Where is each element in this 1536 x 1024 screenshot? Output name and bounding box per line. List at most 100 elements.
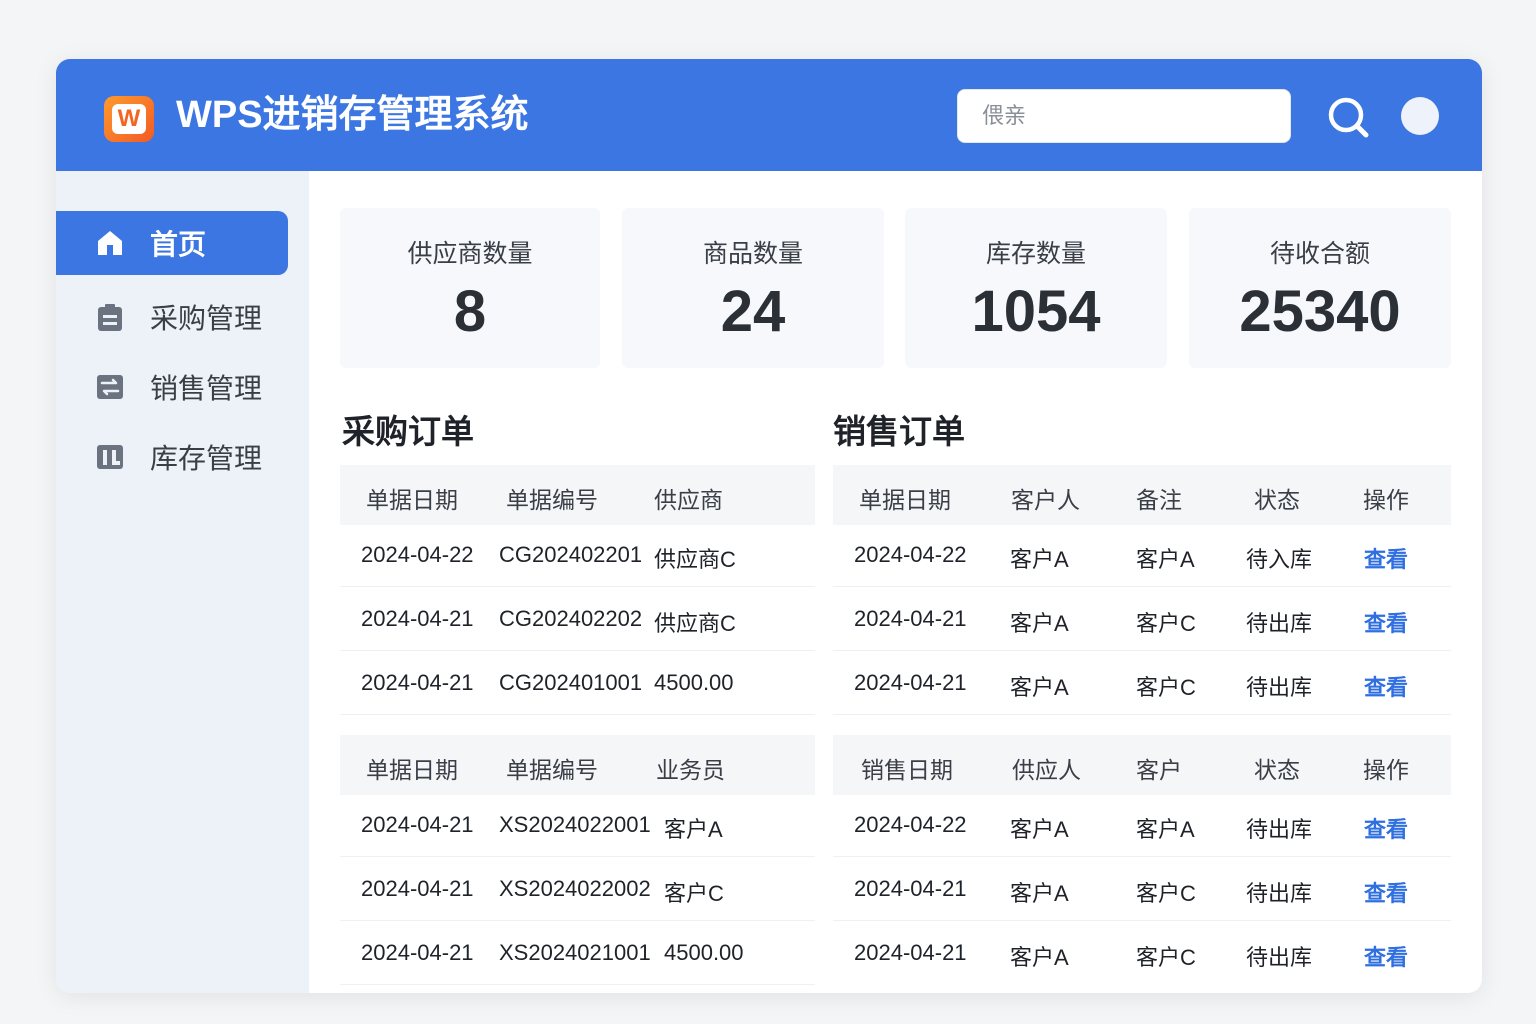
sidebar-item-label: 库存管理 <box>150 443 263 474</box>
stat-card-suppliers: 供应商数量 8 <box>340 208 600 368</box>
cell-number: CG202402201 <box>499 542 643 567</box>
stat-label: 库存数量 <box>985 240 1086 268</box>
table-header: 单据日期 单据编号 供应商 <box>340 465 815 525</box>
table-row: 2024-04-22 客户A 客户A 待出库 查看 <box>833 795 1451 857</box>
table-row[interactable]: 2024-04-21 XS2024022002 客户C <box>340 859 815 921</box>
sales-table-2: 销售日期 供应人 客户 状态 操作 2024-04-22 客户A 客户A 待出库… <box>833 735 1451 993</box>
view-link[interactable]: 查看 <box>1364 940 1408 972</box>
table-row[interactable]: 2024-04-21 XS2024021001 4500.00 <box>340 923 815 985</box>
user-avatar[interactable] <box>1401 97 1439 135</box>
cell-number: CG202401001 <box>499 670 643 695</box>
table-row[interactable]: 2024-04-21 XS2024022001 客户A <box>340 795 815 857</box>
cell-status: 待出库 <box>1246 945 1313 970</box>
table-row: 2024-04-21 客户A 客户C 待出库 查看 <box>833 653 1451 715</box>
column-header: 操作 <box>1363 757 1409 783</box>
cell-supplier: 供应商C <box>654 611 736 636</box>
sales-table-1: 单据日期 客户人 备注 状态 操作 2024-04-22 客户A 客户A 待入库… <box>833 465 1451 715</box>
cell-contact: 客户A <box>1010 817 1069 842</box>
table-row: 2024-04-22 客户A 客户A 待入库 查看 <box>833 525 1451 587</box>
transfer-icon <box>97 375 123 399</box>
stat-label: 供应商数量 <box>407 240 533 268</box>
table-header: 单据日期 客户人 备注 状态 操作 <box>833 465 1451 525</box>
view-link[interactable]: 查看 <box>1364 670 1408 702</box>
column-header: 单据日期 <box>366 487 458 513</box>
table-row[interactable]: 2024-04-22 CG202402201 供应商C <box>340 525 815 587</box>
table-row: 2024-04-21 客户A 客户C 待出库 查看 <box>833 589 1451 651</box>
column-header: 单据编号 <box>506 757 598 783</box>
cell-date: 2024-04-21 <box>361 940 474 965</box>
view-link[interactable]: 查看 <box>1364 542 1408 574</box>
column-header: 单据日期 <box>859 487 951 513</box>
sidebar-item-inventory[interactable]: 库存管理 <box>56 425 288 489</box>
stat-value: 25340 <box>1239 279 1401 344</box>
sidebar-item-label: 销售管理 <box>150 373 263 404</box>
cell-customer: 客户C <box>1136 675 1196 700</box>
search-input[interactable] <box>957 89 1291 143</box>
cell-customer: 客户C <box>1136 611 1196 636</box>
cell-date: 2024-04-21 <box>854 876 967 901</box>
sidebar-item-home[interactable]: 首页 <box>56 211 288 275</box>
column-header: 单据编号 <box>506 487 598 513</box>
purchase-table-2: 单据日期 单据编号 业务员 2024-04-21 XS2024022001 客户… <box>340 735 815 993</box>
cell-date: 2024-04-21 <box>361 812 474 837</box>
cell-date: 2024-04-22 <box>361 542 474 567</box>
cell-contact: 客户A <box>1010 881 1069 906</box>
cell-date: 2024-04-22 <box>854 812 967 837</box>
cell-contact: 客户A <box>1010 547 1069 572</box>
cell-customer: 客户C <box>664 881 724 906</box>
cell-date: 2024-04-21 <box>361 606 474 631</box>
top-header: W WPS进销存管理系统 <box>56 59 1482 171</box>
cell-date: 2024-04-21 <box>854 940 967 965</box>
sales-orders-title: 销售订单 <box>833 413 965 450</box>
cell-number: CG202402202 <box>499 606 643 631</box>
sidebar-item-sales[interactable]: 销售管理 <box>56 355 288 419</box>
cell-customer: 客户C <box>1136 945 1196 970</box>
view-link[interactable]: 查看 <box>1364 606 1408 638</box>
column-header: 状态 <box>1254 487 1300 513</box>
column-header: 供应人 <box>1012 757 1081 783</box>
column-header: 供应商 <box>654 487 723 513</box>
cell-customer: 客户A <box>1136 547 1195 572</box>
cell-date: 2024-04-21 <box>361 876 474 901</box>
stat-value: 1054 <box>971 279 1101 344</box>
table-row[interactable]: 2024-04-21 CG202402202 供应商C <box>340 589 815 651</box>
view-link[interactable]: 查看 <box>1364 876 1408 908</box>
sidebar-item-label: 采购管理 <box>150 303 263 334</box>
column-header: 业务员 <box>656 757 725 783</box>
cell-status: 待出库 <box>1246 881 1313 906</box>
cell-contact: 客户A <box>1010 675 1069 700</box>
cell-status: 待出库 <box>1246 675 1313 700</box>
purchase-orders-title: 采购订单 <box>342 413 474 450</box>
sidebar-item-purchase[interactable]: 采购管理 <box>56 285 288 349</box>
cell-date: 2024-04-21 <box>854 670 967 695</box>
view-link[interactable]: 查看 <box>1364 812 1408 844</box>
cell-number: XS2024022001 <box>499 812 651 837</box>
table-header: 销售日期 供应人 客户 状态 操作 <box>833 735 1451 795</box>
stat-card-receivable: 待收合额 25340 <box>1189 208 1451 368</box>
stat-value: 24 <box>720 279 786 344</box>
cell-date: 2024-04-21 <box>361 670 474 695</box>
stat-card-products: 商品数量 24 <box>622 208 884 368</box>
home-icon <box>98 231 122 255</box>
table-header: 单据日期 单据编号 业务员 <box>340 735 815 795</box>
stat-value: 8 <box>453 279 487 344</box>
column-header: 状态 <box>1254 757 1300 783</box>
cell-contact: 客户A <box>1010 611 1069 636</box>
stat-card-stock: 库存数量 1054 <box>905 208 1167 368</box>
purchase-table-1: 单据日期 单据编号 供应商 2024-04-22 CG202402201 供应商… <box>340 465 815 715</box>
column-header: 客户人 <box>1011 487 1080 513</box>
sidebar-item-label: 首页 <box>150 229 207 260</box>
cell-number: XS2024022002 <box>499 876 651 901</box>
column-header: 单据日期 <box>366 757 458 783</box>
sidebar: 首页 采购管理 销售管理 库存管理 <box>56 171 309 993</box>
table-row[interactable]: 2024-04-21 CG202401001 4500.00 <box>340 653 815 715</box>
cell-amount: 4500.00 <box>654 670 734 695</box>
cell-customer: 客户A <box>664 817 723 842</box>
column-header: 客户 <box>1136 757 1182 783</box>
search-icon[interactable] <box>1326 95 1370 139</box>
inventory-icon <box>97 445 123 469</box>
column-header: 备注 <box>1136 487 1182 513</box>
clipboard-icon <box>98 304 122 331</box>
table-row: 2024-04-21 客户A 客户C 待出库 查看 <box>833 859 1451 921</box>
cell-contact: 客户A <box>1010 945 1069 970</box>
